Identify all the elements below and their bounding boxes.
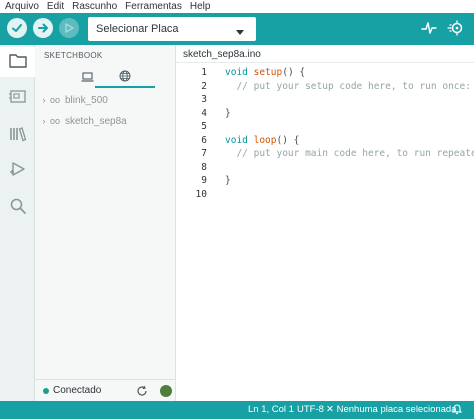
code-line[interactable]: 1 void setup() { <box>176 66 474 80</box>
line-number: 3 <box>201 94 207 105</box>
sketch-item-sketch-sep8a[interactable]: › oo sketch_sep8a <box>35 112 176 130</box>
line-text: } <box>225 174 231 188</box>
board-select-label: Selecionar Placa <box>96 23 179 35</box>
library-manager-icon <box>9 126 27 145</box>
code-line[interactable]: 4} <box>176 107 474 121</box>
code-area[interactable]: 1 void setup() {2 // put your setup code … <box>176 66 474 201</box>
verify-button[interactable] <box>7 18 27 38</box>
line-number: 2 <box>201 80 207 92</box>
code-token: // put your main code here, to run repea… <box>225 148 474 159</box>
menu-bar: Arquivo Edit Rascunho Ferramentas Help <box>0 0 474 13</box>
editor: sketch_sep8a.ino 1 void setup() {2 // put… <box>176 45 474 401</box>
chevron-down-icon <box>236 26 244 38</box>
sketchbook-footer: Conectado <box>35 379 176 401</box>
boards-manager-icon <box>8 89 27 107</box>
line-text: } <box>225 107 231 121</box>
code-token: setup <box>253 67 283 78</box>
line-number: 5 <box>201 121 207 132</box>
code-line[interactable]: 8 <box>176 161 474 175</box>
code-line[interactable]: 3 <box>176 93 474 107</box>
tab-cloud-sketchbook[interactable] <box>95 68 155 88</box>
code-line[interactable]: 6 void loop() { <box>176 134 474 148</box>
code-token: } <box>225 107 231 119</box>
verify-icon <box>11 22 23 34</box>
sketch-item-blink-500[interactable]: › oo blink_500 <box>35 91 176 109</box>
sketch-icon: oo <box>49 95 60 105</box>
code-line[interactable]: 9} <box>176 174 474 188</box>
tab-sketch-sep8a[interactable]: sketch_sep8a.ino <box>176 45 268 63</box>
connection-status-dot <box>43 387 49 394</box>
toolbar: Selecionar Placa <box>0 13 474 45</box>
chevron-right-icon: › <box>42 116 46 126</box>
debug-icon <box>63 22 75 34</box>
menu-help[interactable]: Help <box>186 0 215 13</box>
close-icon: ✕ <box>326 404 337 415</box>
refresh-icon[interactable] <box>136 385 148 400</box>
line-text: // put your setup code here, to run once… <box>225 80 471 94</box>
debug-button[interactable] <box>59 18 79 38</box>
cloud-icon <box>119 70 131 85</box>
line-number: 4 <box>201 107 207 119</box>
sketch-item-label: sketch_sep8a <box>65 115 127 127</box>
board-status-label: Nenhuma placa selecionada. <box>336 404 460 415</box>
rail-debug[interactable] <box>0 155 35 185</box>
sketchbook-folder-icon <box>8 53 27 71</box>
activity-rail <box>0 45 35 401</box>
line-number: 10 <box>195 188 207 200</box>
file-encoding[interactable]: UTF-8 <box>297 404 324 415</box>
line-number: 6 <box>201 134 207 146</box>
line-number: 1 <box>201 67 207 78</box>
upload-icon <box>37 22 49 34</box>
editor-tabs: sketch_sep8a.ino <box>176 45 474 63</box>
connection-status: Conectado <box>53 385 102 396</box>
code-line[interactable]: 7 // put your main code here, to run rep… <box>176 147 474 161</box>
sketchbook-title: SKETCHBOOK <box>44 51 103 60</box>
code-line[interactable]: 2 // put your setup code here, to run on… <box>176 80 474 94</box>
rail-sketchbook[interactable] <box>0 47 35 77</box>
line-number: 9 <box>201 175 207 186</box>
rail-search[interactable] <box>0 192 35 222</box>
code-token: () { <box>282 67 306 78</box>
avatar[interactable] <box>160 385 172 397</box>
search-icon <box>9 197 27 218</box>
rail-boards-manager[interactable] <box>0 83 35 113</box>
sketchbook-panel: SKETCHBOOK › oo blink_500 › oo sketch_se… <box>35 45 176 401</box>
line-text: void setup() { <box>225 66 305 80</box>
line-number: 7 <box>201 148 207 159</box>
chevron-right-icon: › <box>42 95 46 105</box>
sketch-item-label: blink_500 <box>65 94 108 106</box>
cursor-position[interactable]: Ln 1, Col 1 <box>248 404 294 415</box>
rail-library-manager[interactable] <box>0 120 35 150</box>
code-token: () { <box>276 134 300 146</box>
code-token: } <box>225 175 231 186</box>
local-icon <box>81 71 94 85</box>
line-text: void loop() { <box>225 134 299 148</box>
sketchbook-tabs <box>35 68 176 90</box>
menu-rascunho[interactable]: Rascunho <box>68 0 121 13</box>
code-token: loop <box>253 134 277 146</box>
menu-arquivo[interactable]: Arquivo <box>0 0 43 13</box>
sketch-icon: oo <box>49 116 60 126</box>
serial-plotter-icon[interactable] <box>421 20 437 39</box>
code-line[interactable]: 5 <box>176 120 474 134</box>
code-token: void <box>225 67 254 78</box>
debug-icon <box>9 161 27 180</box>
bell-icon[interactable] <box>451 403 463 418</box>
upload-button[interactable] <box>33 18 53 38</box>
status-bar: Ln 1, Col 1 UTF-8 ✕ Nenhuma placa seleci… <box>0 401 474 419</box>
code-line[interactable]: 10 <box>176 188 474 202</box>
line-text: // put your main code here, to run repea… <box>225 147 474 161</box>
board-select[interactable]: Selecionar Placa <box>88 17 256 41</box>
menu-ferramentas[interactable]: Ferramentas <box>121 0 186 13</box>
board-status[interactable]: ✕ Nenhuma placa selecionada. <box>326 404 459 415</box>
code-token: void <box>225 134 254 146</box>
menu-edit[interactable]: Edit <box>43 0 68 13</box>
line-number: 8 <box>201 161 207 173</box>
serial-monitor-icon[interactable] <box>447 20 465 39</box>
code-token: // put your setup code here, to run once… <box>225 80 471 92</box>
